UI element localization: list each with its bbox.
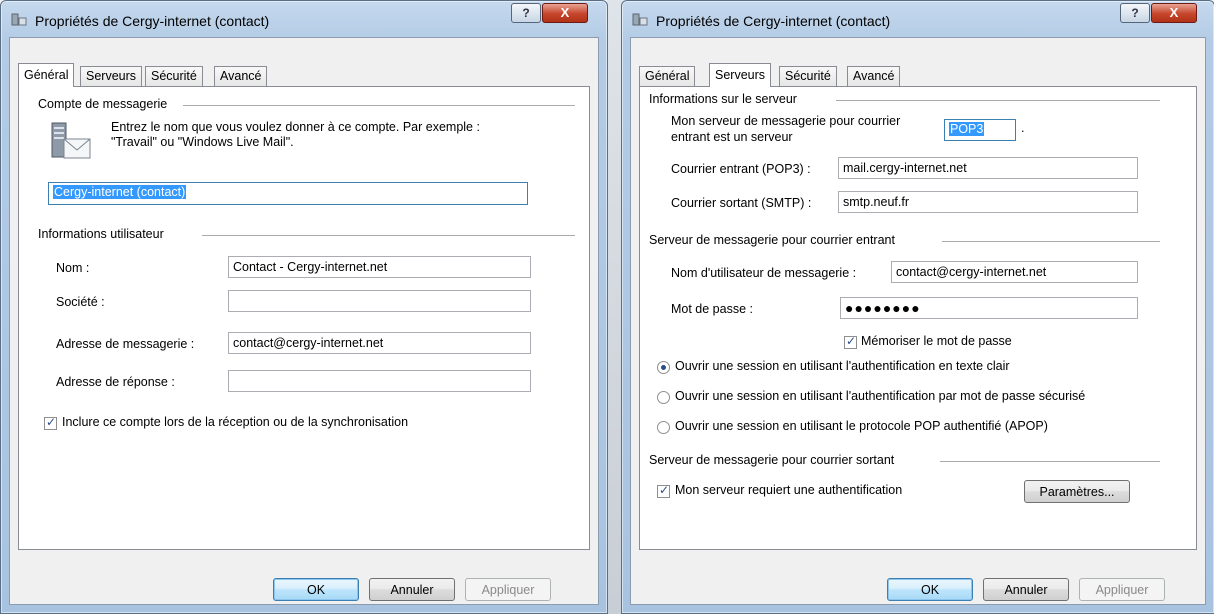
tab-advanced[interactable]: Avancé — [214, 66, 268, 86]
ok-button[interactable]: OK — [273, 578, 359, 601]
window-app-icon — [632, 13, 648, 26]
account-description: Entrez le nom que vous voulez donner à c… — [111, 120, 480, 149]
outgoing-auth-label[interactable]: Mon serveur requiert une authentificatio… — [675, 483, 902, 497]
auth-secure-password-radio[interactable] — [657, 391, 670, 404]
auth-apop-radio[interactable] — [657, 421, 670, 434]
password-input[interactable]: ●●●●●●●● — [840, 297, 1138, 319]
auth-clear-text-label[interactable]: Ouvrir une session en utilisant l'authen… — [675, 359, 1010, 373]
cancel-button[interactable]: Annuler — [983, 578, 1069, 601]
password-label: Mot de passe : — [671, 302, 753, 316]
incoming-server-type-value: POP3 — [949, 122, 985, 136]
company-label: Société : — [56, 295, 105, 309]
apply-button[interactable]: Appliquer — [465, 578, 551, 601]
ok-button[interactable]: OK — [887, 578, 973, 601]
company-input[interactable] — [228, 290, 531, 312]
outgoing-server-label: Courrier sortant (SMTP) : — [671, 196, 812, 210]
account-name-input[interactable]: Cergy-internet (contact) — [48, 182, 528, 205]
title-bar[interactable]: Propriétés de Cergy-internet (contact) ?… — [1, 1, 607, 37]
cancel-button[interactable]: Annuler — [369, 578, 455, 601]
outgoing-auth-checkbox[interactable] — [657, 483, 670, 498]
tab-page-servers: Informations sur le serveur Mon serveur … — [639, 86, 1197, 550]
tab-page-general: Compte de messagerie Entrez le nom que v… — [18, 86, 590, 550]
title-bar[interactable]: Propriétés de Cergy-internet (contact) ?… — [622, 1, 1214, 37]
group-divider — [183, 105, 575, 106]
group-title-user-info: Informations utilisateur — [38, 227, 164, 241]
incoming-type-suffix: . — [1021, 121, 1025, 135]
incoming-server-input[interactable] — [838, 157, 1138, 179]
tab-servers[interactable]: Serveurs — [709, 63, 772, 87]
dialog-client-area: Général Serveurs Sécurité Avancé Compte … — [9, 37, 599, 605]
group-divider — [836, 100, 1160, 101]
reply-label: Adresse de réponse : — [56, 375, 175, 389]
username-input[interactable] — [891, 261, 1138, 283]
email-input[interactable] — [228, 332, 531, 354]
auth-clear-text-radio[interactable] — [657, 361, 670, 374]
group-divider — [942, 241, 1160, 242]
properties-window-general: Propriétés de Cergy-internet (contact) ?… — [0, 0, 608, 614]
auth-apop-label[interactable]: Ouvrir une session en utilisant le proto… — [675, 419, 1048, 433]
incoming-server-type-field[interactable]: POP3 — [944, 119, 1016, 141]
group-title-account: Compte de messagerie — [38, 97, 168, 111]
auth-secure-password-label[interactable]: Ouvrir une session en utilisant l'authen… — [675, 389, 1085, 403]
reply-input[interactable] — [228, 370, 531, 392]
include-account-label[interactable]: Inclure ce compte lors de la réception o… — [62, 415, 408, 429]
window-title: Propriétés de Cergy-internet (contact) — [656, 13, 891, 29]
outgoing-server-input[interactable] — [838, 191, 1138, 213]
tab-security[interactable]: Sécurité — [779, 66, 837, 86]
incoming-type-label-line2: entrant est un serveur — [671, 130, 793, 144]
email-label: Adresse de messagerie : — [56, 337, 195, 351]
group-title-incoming-server: Serveur de messagerie pour courrier entr… — [649, 233, 895, 247]
incoming-type-label: Mon serveur de messagerie pour courrier — [671, 114, 901, 128]
help-button[interactable]: ? — [1120, 3, 1150, 23]
account-name-selected-text: Cergy-internet (contact) — [53, 185, 187, 199]
window-app-icon — [11, 13, 27, 26]
window-title: Propriétés de Cergy-internet (contact) — [35, 13, 270, 29]
close-button[interactable]: X — [542, 3, 588, 23]
include-account-checkbox[interactable] — [44, 415, 57, 430]
name-label: Nom : — [56, 261, 90, 275]
properties-window-servers: Propriétés de Cergy-internet (contact) ?… — [621, 0, 1214, 614]
help-button[interactable]: ? — [511, 3, 541, 23]
group-divider — [940, 461, 1160, 462]
tab-servers[interactable]: Serveurs — [80, 66, 143, 86]
remember-password-checkbox[interactable] — [844, 334, 857, 349]
apply-button[interactable]: Appliquer — [1079, 578, 1165, 601]
tab-advanced[interactable]: Avancé — [847, 66, 901, 86]
mail-server-icon — [51, 122, 91, 159]
tab-general[interactable]: Général — [639, 66, 696, 86]
remember-password-label[interactable]: Mémoriser le mot de passe — [861, 334, 1012, 348]
group-title-server-info: Informations sur le serveur — [649, 92, 797, 106]
group-divider — [202, 235, 575, 236]
dialog-client-area: Général Serveurs Sécurité Avancé Informa… — [630, 37, 1206, 605]
incoming-server-label: Courrier entrant (POP3) : — [671, 162, 811, 176]
close-button[interactable]: X — [1151, 3, 1197, 23]
username-label: Nom d'utilisateur de messagerie : — [671, 266, 857, 280]
tab-security[interactable]: Sécurité — [145, 66, 203, 86]
settings-button[interactable]: Paramètres... — [1024, 480, 1130, 503]
name-input[interactable] — [228, 256, 531, 278]
group-title-outgoing-server: Serveur de messagerie pour courrier sort… — [649, 453, 895, 467]
tab-general[interactable]: Général — [18, 63, 75, 87]
password-mask: ●●●●●●●● — [845, 300, 921, 316]
